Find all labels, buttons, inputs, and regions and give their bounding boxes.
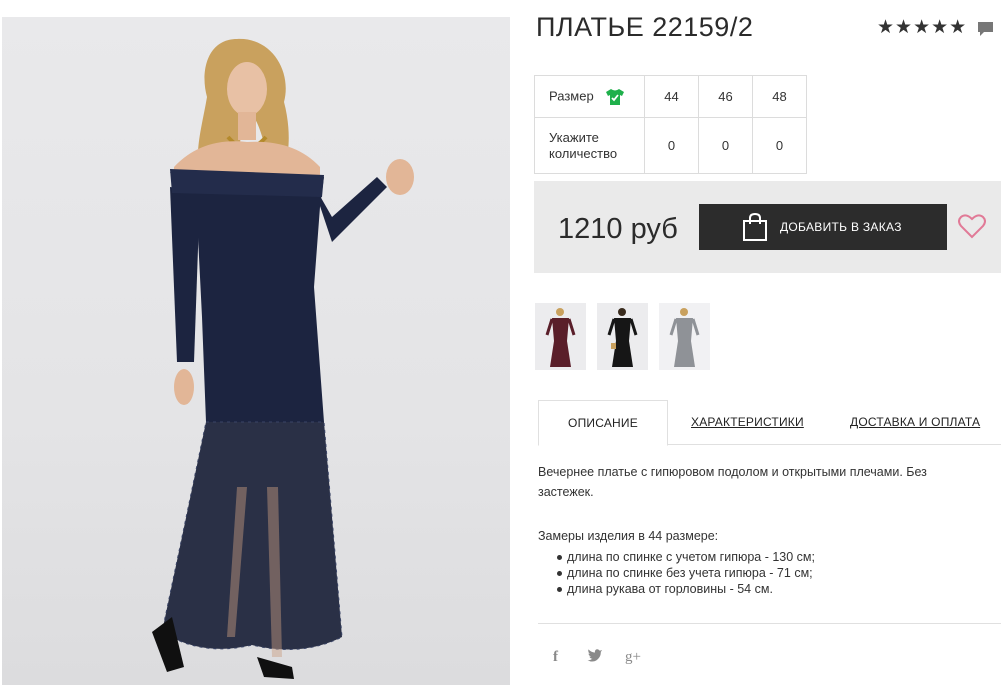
shopping-bag-icon [743,212,767,241]
thumbnail-image [535,303,586,370]
size-46: 46 [698,75,753,118]
tab-delivery-payment[interactable]: ДОСТАВКА И ОПЛАТА [850,400,980,445]
product-tabs: ОПИСАНИЕ ХАРАКТЕРИСТИКИ ДОСТАВКА И ОПЛАТ… [538,400,1001,446]
price: 1210 руб [558,213,678,245]
size-44: 44 [644,75,699,118]
measures-title: Замеры изделия в 44 размере: [538,529,719,543]
tshirt-icon[interactable] [605,88,625,106]
quantity-input-48[interactable]: 0 [752,117,807,174]
list-item: длина рукава от горловины - 54 см. [538,581,978,597]
heart-icon[interactable] [958,214,986,239]
tab-description[interactable]: ОПИСАНИЕ [538,400,668,446]
add-to-order-label: ДОБАВИТЬ В ЗАКАЗ [780,220,902,234]
quantity-input-44[interactable]: 0 [644,117,699,174]
comment-icon[interactable] [977,21,994,37]
product-title: ПЛАТЬЕ 22159/2 [536,12,754,42]
size-48: 48 [752,75,807,118]
quantity-label: Укажите количество [534,117,645,174]
description-panel: Вечернее платье с гипюровом подолом и от… [538,462,978,597]
thumbnail-burgundy-dress[interactable] [535,303,586,370]
thumbnail-image [659,303,710,370]
dress-model-image [152,38,414,679]
twitter-icon[interactable] [587,648,603,662]
facebook-icon[interactable]: f [553,648,558,666]
size-row: Размер 44 46 48 [534,75,807,118]
description-text-line2: застежек. [538,485,594,499]
size-table: Размер 44 46 48 Укажите количество 0 0 0 [534,75,807,174]
rating-stars[interactable]: ★★★★★ [877,18,967,37]
list-item: длина по спинке с учетом гипюра - 130 см… [538,549,978,565]
divider [538,623,1001,624]
quantity-input-46[interactable]: 0 [698,117,753,174]
thumbnail-black-dress[interactable] [597,303,648,370]
size-label-cell: Размер [534,75,645,118]
quantity-row: Укажите количество 0 0 0 [534,117,807,174]
tab-characteristics[interactable]: ХАРАКТЕРИСТИКИ [691,400,804,445]
price-bar: 1210 руб ДОБАВИТЬ В ЗАКАЗ [534,181,1001,273]
main-product-photo[interactable] [2,17,510,685]
thumbnail-image [597,303,648,370]
measures-list: длина по спинке с учетом гипюра - 130 см… [538,549,978,597]
description-text-line1: Вечернее платье с гипюровом подолом и от… [538,465,927,479]
thumbnail-grey-dress[interactable] [659,303,710,370]
list-item: длина по спинке без учета гипюра - 71 см… [538,565,978,581]
googleplus-icon[interactable]: g+ [625,648,641,666]
add-to-order-button[interactable]: ДОБАВИТЬ В ЗАКАЗ [699,204,947,250]
size-label: Размер [549,87,594,103]
